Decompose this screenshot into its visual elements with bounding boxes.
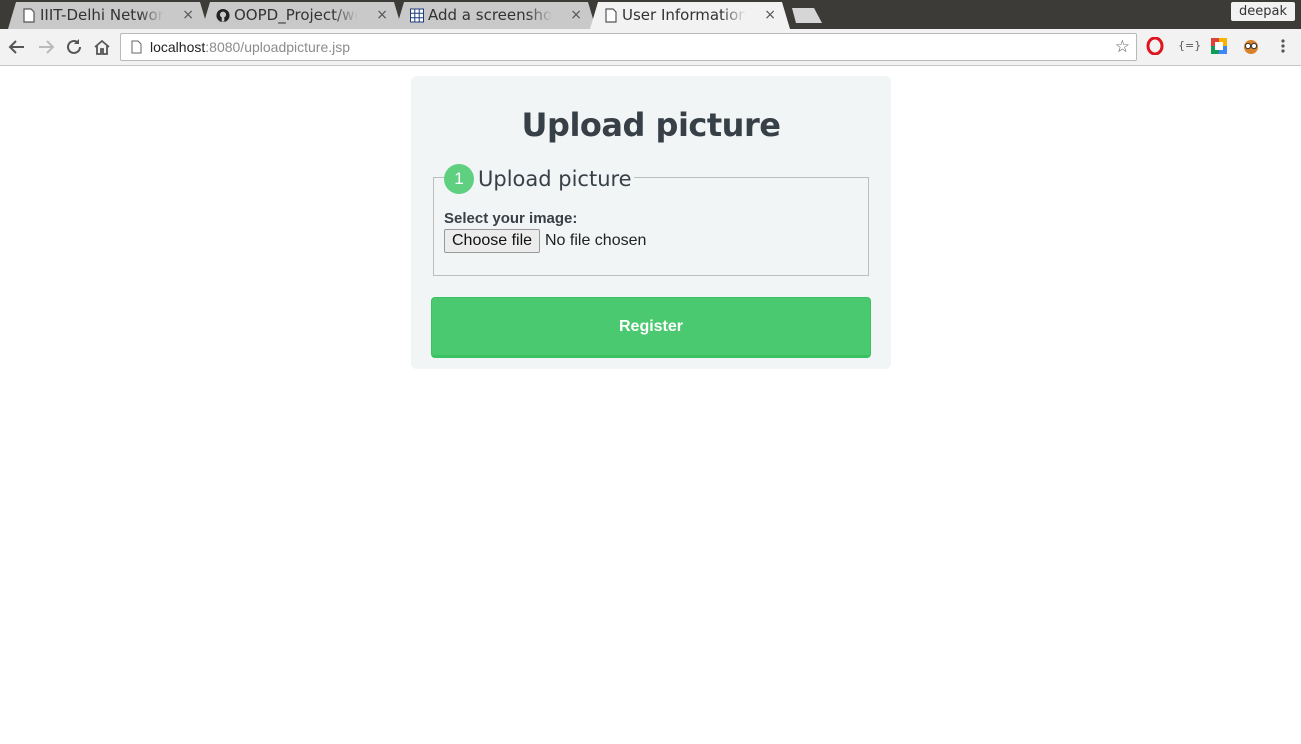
upload-fieldset: 1 Upload picture Select your image: Choo… bbox=[433, 164, 869, 276]
url-text[interactable]: localhost:8080/uploadpicture.jsp bbox=[150, 34, 350, 60]
owl-icon[interactable] bbox=[1242, 37, 1260, 55]
upload-form-card: Upload picture 1 Upload picture Select y… bbox=[411, 76, 891, 369]
tab-strip: IIIT-Delhi Network Security × OOPD_Proje… bbox=[0, 0, 1301, 29]
new-tab-button[interactable] bbox=[788, 8, 822, 23]
tab-title: User Information U bbox=[622, 6, 746, 24]
tab-iiit-delhi[interactable]: IIIT-Delhi Network Security × bbox=[8, 2, 208, 29]
close-icon[interactable]: × bbox=[376, 2, 388, 29]
page-icon bbox=[22, 8, 36, 23]
step-number-badge: 1 bbox=[444, 164, 474, 194]
tab-add-screenshot[interactable]: Add a screenshot to × bbox=[396, 2, 596, 29]
home-icon bbox=[94, 39, 110, 55]
json-icon[interactable]: {=} bbox=[1178, 37, 1201, 55]
page-icon bbox=[604, 8, 618, 23]
url-path: :8080/uploadpicture.jsp bbox=[205, 39, 351, 55]
close-icon[interactable]: × bbox=[182, 2, 194, 29]
reload-button[interactable] bbox=[63, 36, 85, 58]
reload-icon bbox=[67, 39, 81, 54]
tab-user-information[interactable]: User Information U × bbox=[590, 2, 790, 29]
back-button[interactable] bbox=[6, 36, 28, 58]
profile-button[interactable]: deepak bbox=[1231, 2, 1295, 21]
bookmark-star-icon[interactable]: ☆ bbox=[1115, 36, 1130, 58]
close-icon[interactable]: × bbox=[764, 2, 776, 29]
home-button[interactable] bbox=[91, 36, 113, 58]
file-status-text: No file chosen bbox=[545, 232, 647, 249]
register-button[interactable]: Register bbox=[431, 297, 871, 358]
github-icon bbox=[216, 8, 230, 23]
opera-icon[interactable] bbox=[1146, 36, 1164, 56]
close-icon[interactable]: × bbox=[570, 2, 582, 29]
grid-icon bbox=[410, 8, 424, 23]
tab-title: OOPD_Project/web bbox=[234, 6, 355, 24]
address-bar[interactable]: localhost:8080/uploadpicture.jsp ☆ bbox=[120, 33, 1137, 61]
page-icon bbox=[131, 40, 142, 54]
page-title: Upload picture bbox=[521, 106, 781, 144]
google-extension-icon[interactable] bbox=[1210, 37, 1228, 55]
fieldset-legend: 1 Upload picture bbox=[444, 164, 634, 194]
section-label: Upload picture bbox=[478, 167, 632, 191]
menu-icon[interactable] bbox=[1274, 37, 1292, 55]
browser-toolbar: localhost:8080/uploadpicture.jsp ☆ {=} bbox=[0, 29, 1301, 66]
tab-title: IIIT-Delhi Network Security bbox=[40, 6, 164, 24]
url-host: localhost bbox=[150, 39, 206, 55]
tab-oopd-project[interactable]: OOPD_Project/web × bbox=[202, 2, 402, 29]
choose-file-button[interactable]: Choose file bbox=[444, 229, 541, 253]
tab-title: Add a screenshot to bbox=[428, 6, 552, 24]
image-field-label: Select your image: bbox=[444, 210, 578, 227]
forward-button[interactable] bbox=[35, 36, 57, 58]
arrow-right-icon bbox=[39, 40, 55, 54]
arrow-left-icon bbox=[8, 40, 24, 54]
